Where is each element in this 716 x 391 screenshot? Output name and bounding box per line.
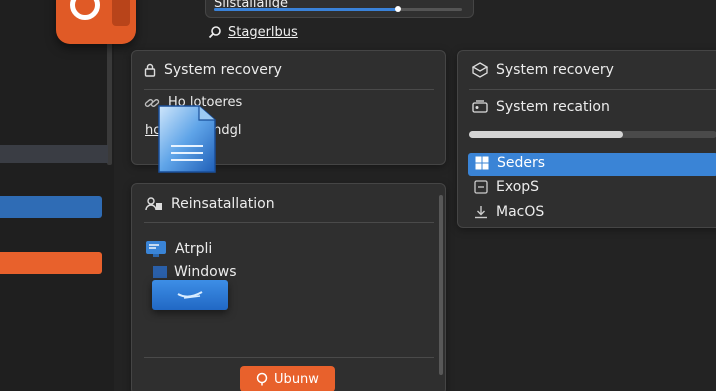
os-option-exops[interactable]: ExopS — [474, 179, 539, 195]
reinstallation-header: Reinsatallation — [145, 196, 275, 212]
right-panel-subtitle: System recation — [496, 99, 610, 115]
recovery-progress-bar — [469, 131, 716, 138]
reinstall-option-apps-label: Atrpli — [175, 241, 213, 257]
os-option-macos[interactable]: MacOS — [474, 204, 544, 220]
system-recovery-title: System recovery — [164, 62, 282, 78]
right-panel-title: System recovery — [496, 62, 614, 78]
reinstall-footer-divider — [144, 357, 434, 358]
sidebar-item-gray[interactable] — [0, 145, 108, 163]
right-panel-subheader: System recation — [472, 99, 610, 115]
os-option-macos-label: MacOS — [496, 204, 545, 220]
os-option-seders[interactable]: Seders — [475, 155, 545, 171]
download-icon — [475, 206, 487, 219]
windows-icon — [475, 156, 489, 170]
search-icon — [208, 26, 221, 39]
os-option-exops-label: ExopS — [496, 179, 540, 195]
recovery-divider — [144, 89, 434, 90]
document-icon — [158, 105, 216, 173]
install-progress-knob[interactable] — [394, 6, 401, 12]
reinstallation-title: Reinsatallation — [171, 196, 275, 212]
monitor-icon — [146, 241, 166, 257]
box-icon — [474, 180, 488, 194]
ubuntu-logo-icon — [56, 0, 136, 44]
search-link-label: Stagerlbus — [228, 24, 298, 40]
ubuntu-button-label: Ubunw — [274, 371, 319, 387]
install-progress-fill — [214, 8, 398, 11]
right-panel-divider — [469, 89, 716, 90]
install-progress-bar — [214, 6, 462, 12]
right-panel-header: System recovery — [472, 62, 614, 78]
lock-icon — [144, 63, 156, 77]
reinstall-option-apps[interactable]: Atrpli — [145, 240, 212, 258]
box-icon — [472, 62, 488, 78]
sidebar-item-blue[interactable] — [0, 196, 102, 218]
search-link[interactable]: Stagerlbus — [208, 23, 298, 41]
os-option-seders-label: Seders — [497, 155, 546, 171]
reinstall-divider — [144, 222, 434, 223]
reinstall-option-windows-label: Windows — [174, 264, 237, 280]
reinstall-option-windows[interactable]: Windows — [152, 264, 237, 280]
users-icon — [145, 197, 162, 211]
recovery-progress-fill — [469, 131, 623, 138]
drive-icon — [472, 100, 488, 113]
ubuntu-button-icon — [256, 372, 268, 386]
reinstall-scrollbar[interactable] — [439, 195, 443, 375]
windows-tile-icon — [152, 280, 228, 310]
system-recovery-header: System recovery — [144, 62, 282, 78]
ubuntu-button[interactable]: Ubunw — [240, 366, 335, 391]
sidebar-item-orange[interactable] — [0, 252, 102, 274]
windows-small-icon — [153, 266, 167, 278]
